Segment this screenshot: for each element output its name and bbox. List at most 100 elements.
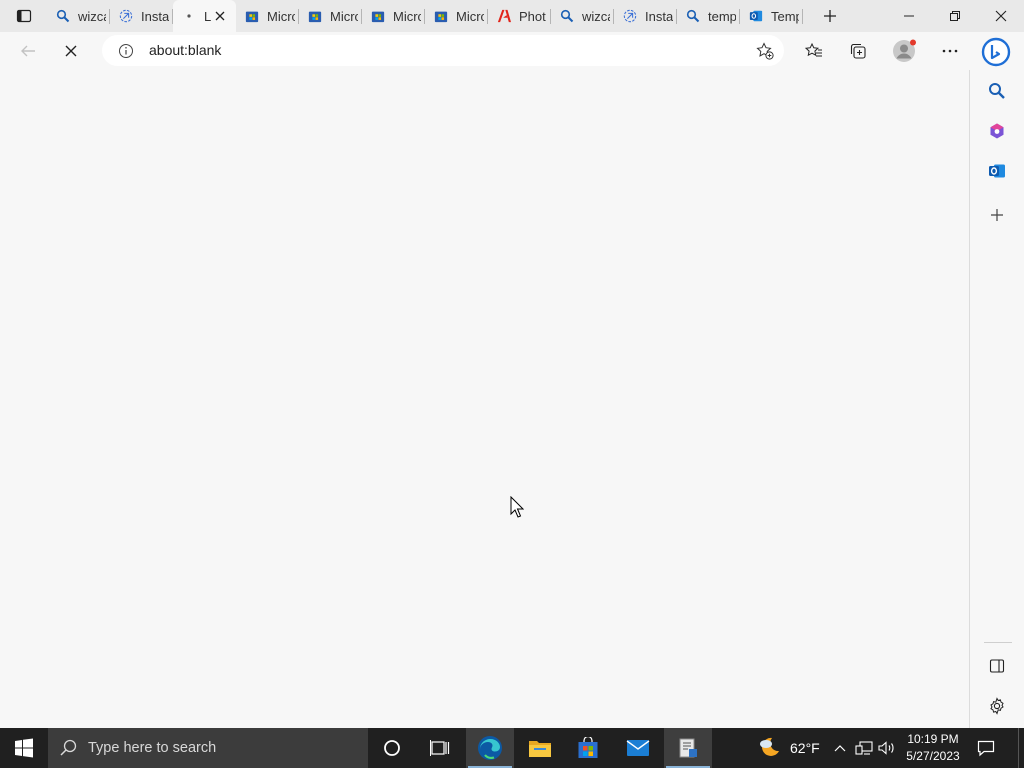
show-desktop-button[interactable] (1018, 728, 1024, 768)
hide-sidebar-button[interactable] (984, 653, 1010, 679)
action-center-button[interactable] (970, 728, 1002, 768)
back-arrow-icon (21, 45, 35, 57)
taskbar-edge[interactable] (466, 728, 514, 768)
restore-button[interactable] (932, 0, 978, 32)
add-favorite-icon[interactable] (756, 42, 774, 60)
new-tab-button[interactable] (818, 4, 842, 28)
tab-label: wizca (582, 8, 610, 24)
sidebar-outlook-button[interactable] (984, 158, 1010, 184)
search-placeholder: Type here to search (88, 740, 217, 756)
tab-4[interactable]: Micro (236, 0, 299, 32)
taskbar: Type here to search 62°F 10:19 PM 5/27/2… (0, 728, 1024, 768)
favorites-icon (805, 42, 822, 57)
plus-icon (824, 10, 836, 22)
sidebar-divider (984, 642, 1012, 643)
speaker-icon (878, 741, 894, 755)
tab-label: Insta (141, 8, 169, 24)
weather-temperature: 62°F (790, 740, 820, 756)
microsoft-store-icon (578, 737, 598, 758)
tab-1[interactable]: wizca (47, 0, 110, 32)
start-button[interactable] (0, 728, 48, 768)
bing-chat-button[interactable] (979, 36, 1013, 68)
taskbar-install-app[interactable] (664, 728, 712, 768)
stop-loading-button[interactable] (57, 37, 85, 65)
tab-9[interactable]: wizca (551, 0, 614, 32)
weather-moon-cloud-icon (760, 737, 779, 756)
tab-strip: wizcaInstaLMicroMicroMicroMicroPhotwizca… (0, 0, 1024, 32)
store-icon (434, 9, 448, 23)
taskbar-store[interactable] (564, 728, 612, 768)
settings-more-button[interactable] (936, 37, 964, 65)
tab-7[interactable]: Micro (425, 0, 488, 32)
collections-button[interactable] (844, 37, 872, 65)
collections-icon (850, 43, 866, 59)
taskbar-search-box[interactable]: Type here to search (48, 728, 368, 768)
chevron-up-icon (834, 745, 846, 752)
notification-icon (977, 740, 995, 757)
taskbar-mail[interactable] (614, 728, 662, 768)
close-tab-icon[interactable] (213, 9, 227, 23)
windows-logo-icon (15, 738, 33, 758)
tab-label: temp (708, 8, 736, 24)
tab-actions-button[interactable] (8, 4, 40, 28)
back-button[interactable] (14, 37, 42, 65)
volume-button[interactable] (876, 728, 898, 768)
tab-label: wizca (78, 8, 106, 24)
mouse-cursor-icon (510, 496, 524, 518)
store-icon (245, 9, 259, 23)
favorites-button[interactable] (800, 37, 828, 65)
tab-2[interactable]: Insta (110, 0, 173, 32)
tab-8[interactable]: Phot (488, 0, 551, 32)
store-icon (308, 9, 322, 23)
browser-toolbar: about:blank (0, 32, 1024, 70)
tab-label: Insta (645, 8, 673, 24)
loading-dot-icon (182, 9, 196, 23)
restore-icon (950, 11, 960, 21)
more-icon (942, 49, 958, 53)
network-button[interactable] (853, 728, 875, 768)
clock-date: 5/27/2023 (906, 749, 960, 763)
tab-label: Micro (393, 8, 421, 24)
show-hidden-icons-button[interactable] (830, 728, 850, 768)
address-url[interactable]: about:blank (149, 42, 221, 58)
sidebar-tools-button[interactable] (984, 118, 1010, 144)
tab-11[interactable]: temp (677, 0, 740, 32)
tab-label: Phot (519, 8, 546, 24)
store-icon (371, 9, 385, 23)
profile-button[interactable] (890, 37, 918, 65)
sidebar-search-button[interactable] (984, 78, 1010, 104)
installer-icon (679, 738, 697, 758)
close-window-button[interactable] (978, 0, 1024, 32)
search-icon (56, 9, 70, 23)
address-bar[interactable]: about:blank (102, 35, 784, 66)
task-view-button[interactable] (416, 728, 464, 768)
search-icon (60, 739, 77, 756)
weather-widget[interactable]: 62°F (756, 728, 820, 768)
avatar (893, 39, 916, 62)
tab-label: Temp (771, 8, 799, 24)
search-icon (989, 83, 1005, 99)
sidebar-panel-icon (989, 659, 1005, 673)
tab-6[interactable]: Micro (362, 0, 425, 32)
folder-icon (529, 741, 551, 757)
edge-icon (478, 736, 502, 760)
install-icon (119, 9, 133, 23)
bing-icon (981, 37, 1011, 67)
sidebar-add-button[interactable] (984, 202, 1010, 228)
tab-10[interactable]: Insta (614, 0, 677, 32)
minimize-icon (904, 15, 914, 17)
info-icon[interactable] (118, 43, 134, 59)
search-icon (686, 9, 700, 23)
tab-5[interactable]: Micro (299, 0, 362, 32)
task-view-icon (430, 740, 450, 756)
tab-actions-icon (16, 9, 32, 23)
tab-12[interactable]: Temp (740, 0, 803, 32)
page-content[interactable] (0, 70, 969, 728)
tab-3[interactable]: L (173, 0, 236, 32)
cortana-button[interactable] (368, 728, 416, 768)
clock-time: 10:19 PM (907, 732, 959, 746)
system-clock[interactable]: 10:19 PM 5/27/2023 (900, 731, 966, 765)
taskbar-file-explorer[interactable] (516, 728, 564, 768)
sidebar-settings-button[interactable] (984, 693, 1010, 719)
minimize-button[interactable] (886, 0, 932, 32)
